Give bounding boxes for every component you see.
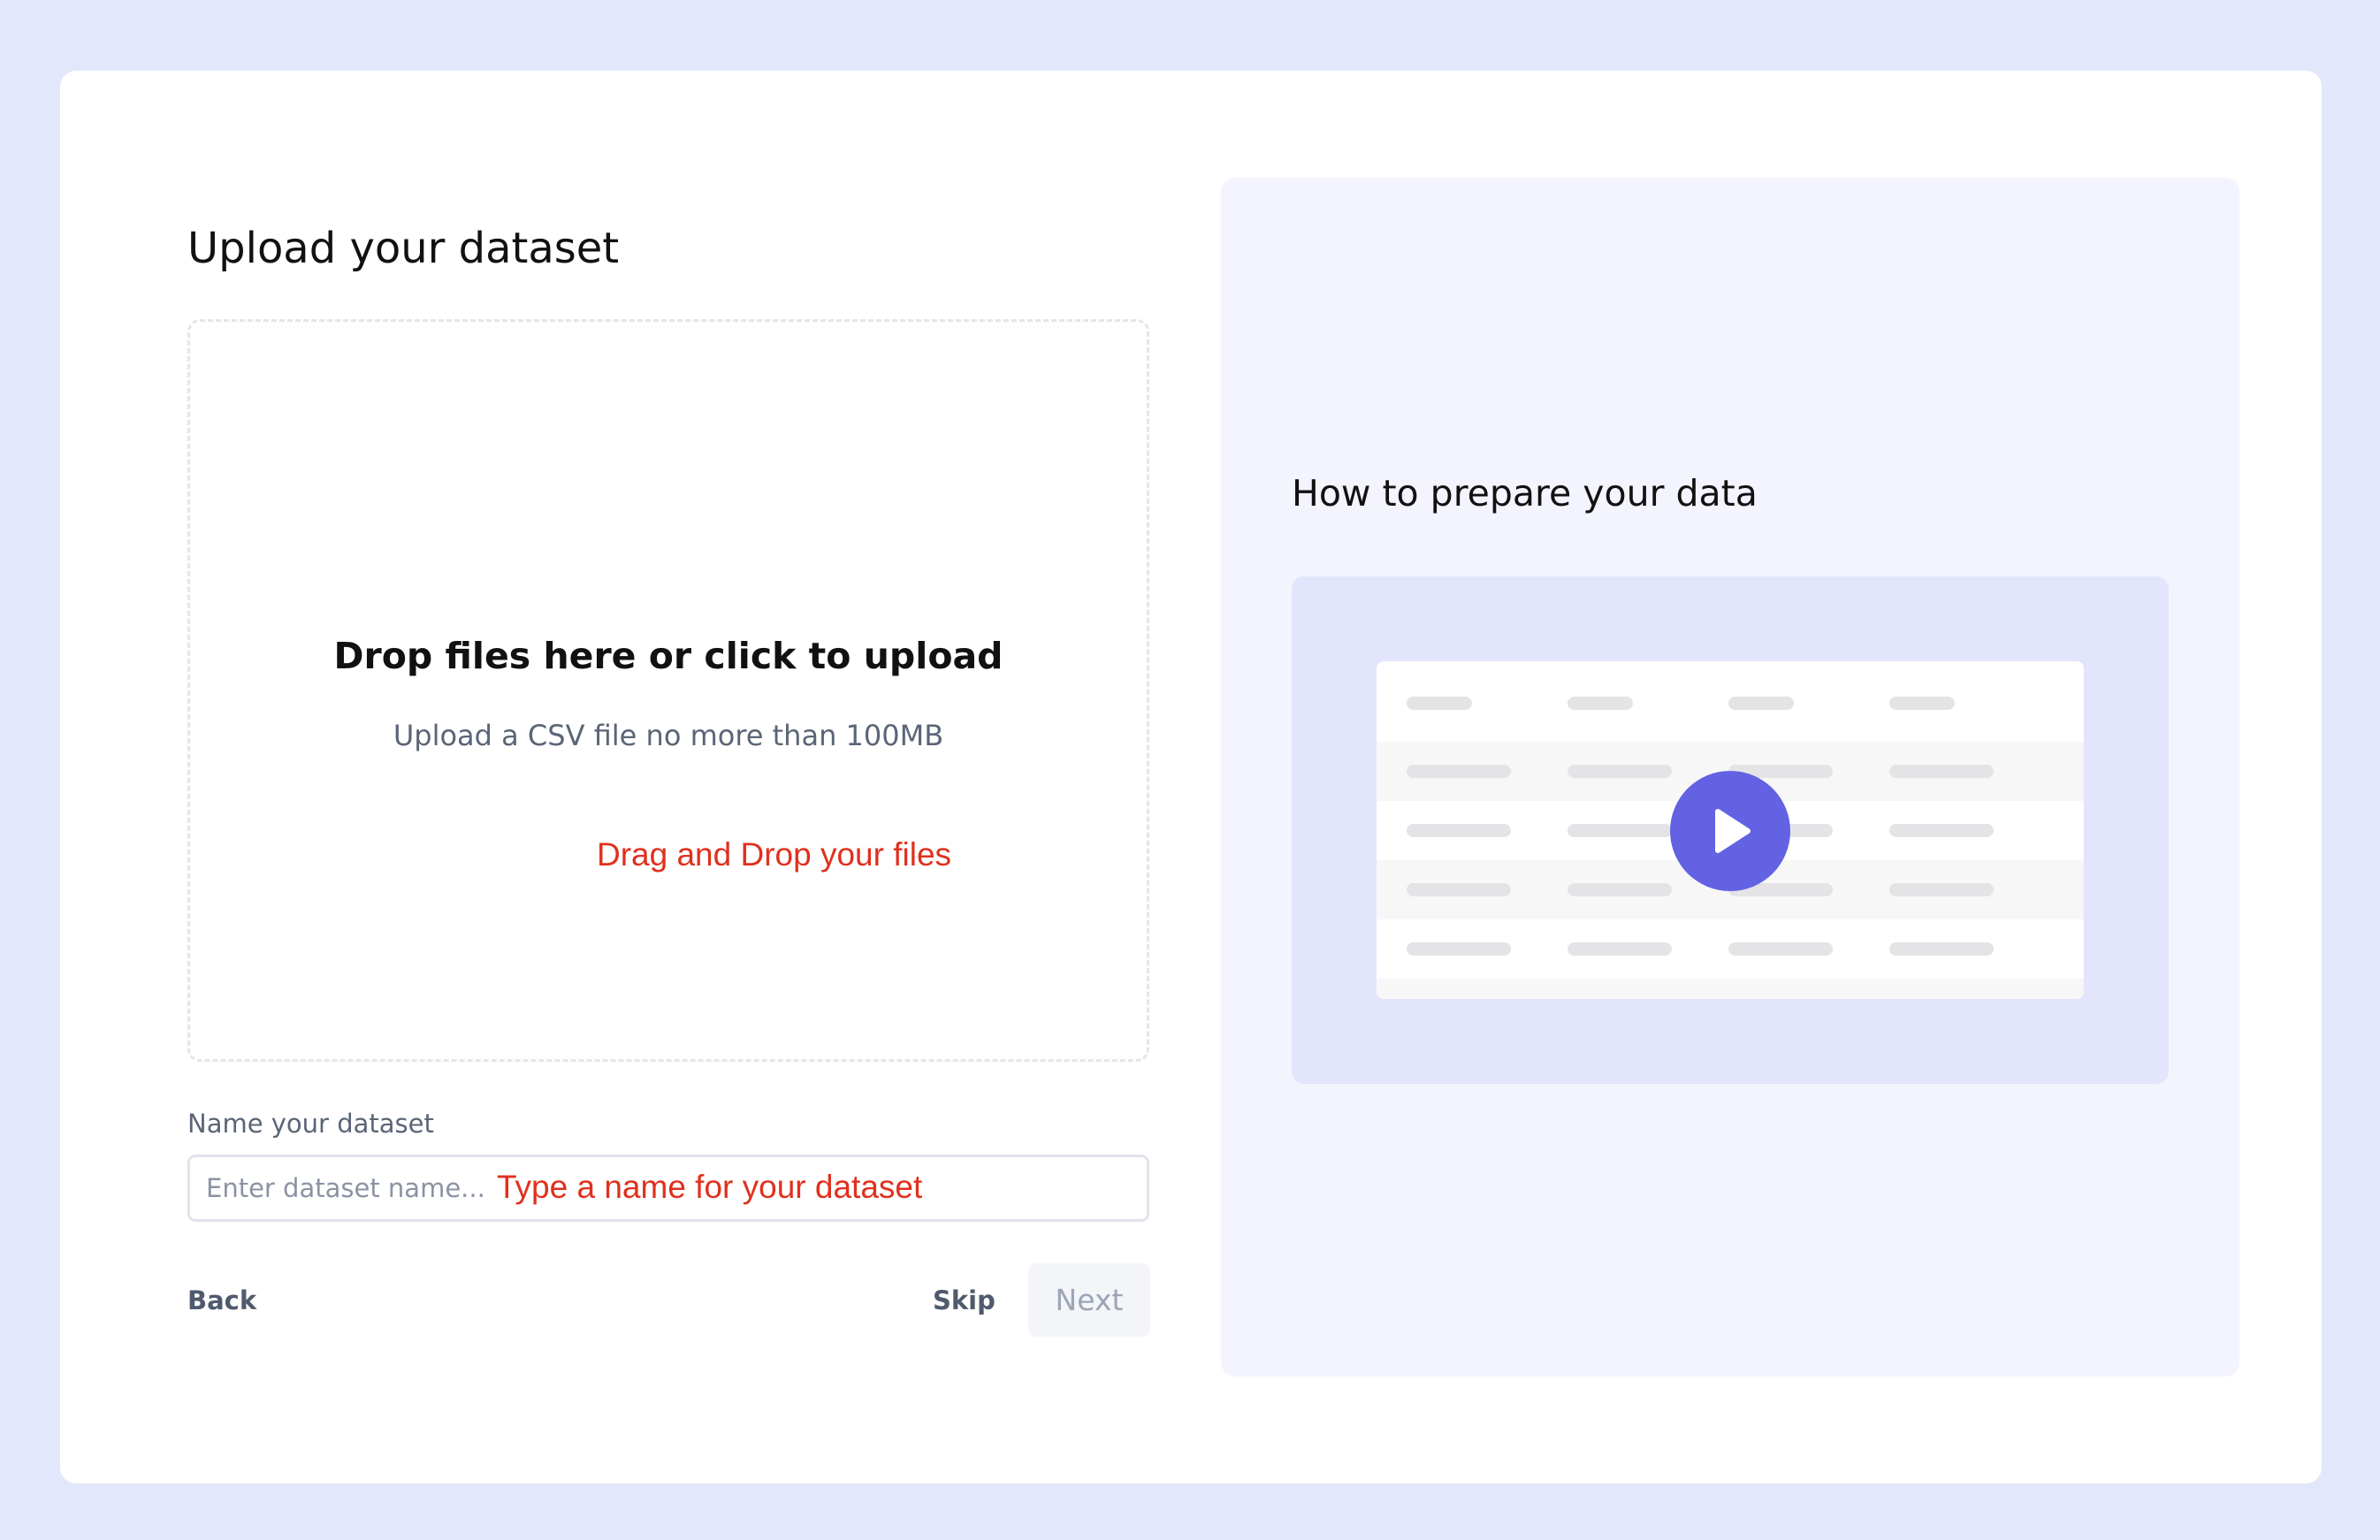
- dataset-name-input[interactable]: [187, 1155, 1149, 1222]
- page-title: Upload your dataset: [187, 224, 620, 273]
- play-icon: [1715, 809, 1751, 853]
- next-button[interactable]: Next: [1028, 1263, 1150, 1337]
- thumbnail-header-row: [1377, 661, 2084, 720]
- dataset-name-label: Name your dataset: [187, 1109, 434, 1139]
- dropzone-subtitle: Upload a CSV file no more than 100MB: [393, 719, 944, 752]
- dropzone-title: Drop files here or click to upload: [333, 635, 1003, 677]
- dropzone-annotation: Drag and Drop your files: [597, 836, 952, 873]
- skip-button[interactable]: Skip: [933, 1282, 995, 1319]
- file-dropzone[interactable]: Drop files here or click to upload Uploa…: [187, 319, 1149, 1062]
- back-button[interactable]: Back: [187, 1282, 256, 1319]
- thumbnail-row: [1377, 919, 2084, 979]
- play-button[interactable]: [1670, 771, 1790, 891]
- help-panel-title: How to prepare your data: [1292, 472, 1758, 515]
- tutorial-video[interactable]: [1292, 576, 2169, 1084]
